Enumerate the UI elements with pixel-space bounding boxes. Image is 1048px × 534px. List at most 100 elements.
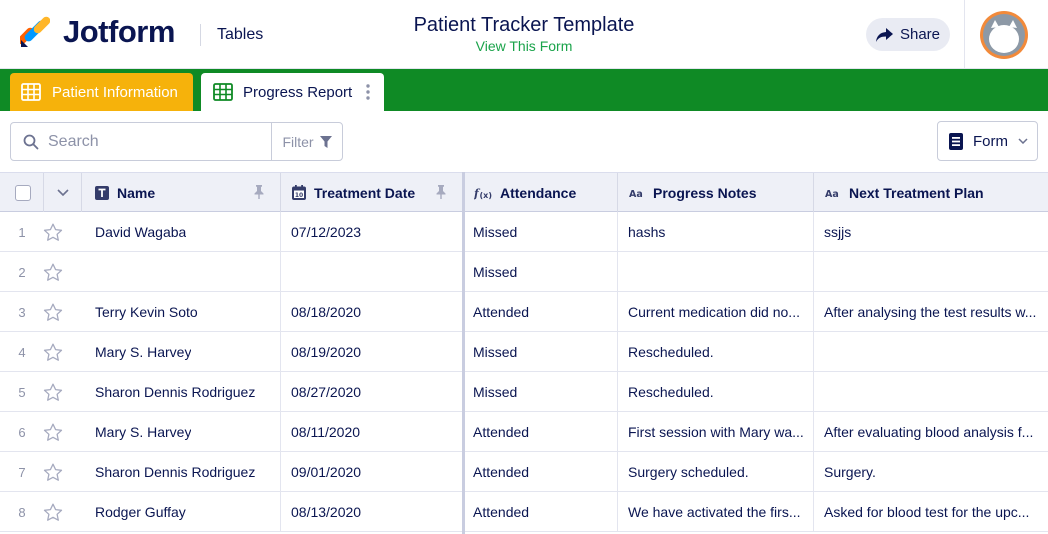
product-name[interactable]: Tables [217,26,263,44]
cell-next-treatment-plan[interactable] [814,252,1048,292]
cell-attendance[interactable]: Attended [463,492,618,532]
star-icon[interactable] [43,383,63,407]
cell-name[interactable]: Mary S. Harvey [82,412,281,452]
table-row[interactable]: 5 Sharon Dennis Rodriguez 08/27/2020 Missed… [0,372,1048,412]
cell-attendance[interactable]: Attended [463,452,618,492]
tab-label: Patient Information [52,83,178,101]
cell-attendance[interactable]: Attended [463,292,618,332]
cell-treatment-date[interactable]: 08/19/2020 [281,332,463,372]
table-row[interactable]: 7 Sharon Dennis Rodriguez 09/01/2020 Attend… [0,452,1048,492]
star-icon[interactable] [43,463,63,487]
tab-patient-information[interactable]: Patient Information [10,73,193,111]
table-row[interactable]: 6 Mary S. Harvey 08/11/2020 Attended First s… [0,412,1048,452]
share-button[interactable]: Share [866,18,950,51]
filter-button[interactable]: Filter [271,123,342,160]
cell-name[interactable]: Terry Kevin Soto [82,292,281,332]
cell-name[interactable]: Mary S. Harvey [82,332,281,372]
star-icon[interactable] [43,423,63,447]
svg-text:Aa: Aa [825,189,839,199]
table-row[interactable]: 8 Rodger Guffay 08/13/2020 Attended We have … [0,492,1048,532]
cell-treatment-date[interactable]: 08/11/2020 [281,412,463,452]
jotform-logo-icon[interactable] [20,16,50,48]
column-header-treatment-date[interactable]: 10 Treatment Date [281,173,463,212]
star-icon[interactable] [43,263,63,287]
svg-text:Aa: Aa [629,189,643,199]
column-header-name[interactable]: Name [82,173,281,212]
cell-progress-notes[interactable]: Current medication did no... [618,292,814,332]
cell-next-treatment-plan[interactable]: Surgery. [814,452,1048,492]
form-button[interactable]: Form [937,121,1038,161]
star-icon[interactable] [43,303,63,327]
cell-next-treatment-plan[interactable] [814,372,1048,412]
cell-attendance-text: Missed [473,344,518,360]
cell-name-text: David Wagaba [95,224,187,240]
star-icon[interactable] [43,343,63,367]
table-row[interactable]: 1 David Wagaba 07/12/2023 Missed hashs ssjjs [0,212,1048,252]
header-divider-right [964,0,965,69]
cell-attendance[interactable]: Attended [463,412,618,452]
cell-next-treatment-plan[interactable]: Asked for blood test for the upc... [814,492,1048,532]
row-number: 6 [18,424,26,440]
search-icon [23,134,39,149]
cell-attendance[interactable]: Missed [463,212,618,252]
cell-name-text: Sharon Dennis Rodriguez [95,464,256,480]
cell-treatment-date[interactable]: 09/01/2020 [281,452,463,492]
cell-next-treatment-plan-text: ssjjs [824,224,852,240]
cell-progress-notes[interactable]: Rescheduled. [618,332,814,372]
star-icon[interactable] [43,223,63,247]
cell-progress-notes-text: hashs [628,224,666,240]
cell-name[interactable] [82,252,281,292]
cell-progress-notes[interactable]: Surgery scheduled. [618,452,814,492]
view-form-link[interactable]: View This Form [324,38,724,54]
column-header-progress-notes[interactable]: Aa Progress Notes [618,173,814,212]
cell-treatment-date[interactable]: 07/12/2023 [281,212,463,252]
share-label: Share [899,26,941,43]
cell-progress-notes[interactable]: We have activated the firs... [618,492,814,532]
cell-attendance[interactable]: Missed [463,372,618,412]
cell-next-treatment-plan[interactable]: After evaluating blood analysis f... [814,412,1048,452]
column-header-next-treatment-plan[interactable]: Aa Next Treatment Plan [814,173,1048,212]
star-icon[interactable] [43,503,63,527]
cell-next-treatment-plan[interactable]: ssjjs [814,212,1048,252]
cell-next-treatment-plan-text: After analysing the test results w... [824,304,1037,320]
cell-treatment-date[interactable]: 08/27/2020 [281,372,463,412]
table-row[interactable]: 3 Terry Kevin Soto 08/18/2020 Attended Curre… [0,292,1048,332]
row-number: 1 [18,224,26,240]
avatar[interactable] [980,11,1028,59]
cell-next-treatment-plan[interactable] [814,332,1048,372]
cell-treatment-date-text: 08/11/2020 [291,424,361,440]
cell-treatment-date[interactable] [281,252,463,292]
row-number: 4 [18,344,26,360]
pin-icon[interactable] [254,185,264,199]
cell-progress-notes[interactable]: First session with Mary wa... [618,412,814,452]
cell-name[interactable]: David Wagaba [82,212,281,252]
search-input[interactable] [48,132,248,151]
cell-attendance[interactable]: Missed [463,252,618,292]
svg-text:10: 10 [295,192,303,199]
select-all-checkbox[interactable] [15,185,31,201]
cell-progress-notes[interactable]: Rescheduled. [618,372,814,412]
more-options-icon[interactable] [366,84,370,100]
column-header-attendance[interactable]: f (x) Attendance [463,173,618,212]
cell-next-treatment-plan-text: After evaluating blood analysis f... [824,424,1034,440]
cell-name[interactable]: Sharon Dennis Rodriguez [82,372,281,412]
cell-name[interactable]: Rodger Guffay [82,492,281,532]
cell-next-treatment-plan-text: Asked for blood test for the upc... [824,504,1030,520]
cell-next-treatment-plan[interactable]: After analysing the test results w... [814,292,1048,332]
cell-name[interactable]: Sharon Dennis Rodriguez [82,452,281,492]
table-row[interactable]: 4 Mary S. Harvey 08/19/2020 Missed Reschedul… [0,332,1048,372]
cell-treatment-date[interactable]: 08/18/2020 [281,292,463,332]
cell-next-treatment-plan-text: Surgery. [824,464,876,480]
chevron-down-icon [1018,138,1028,144]
cell-treatment-date[interactable]: 08/13/2020 [281,492,463,532]
cell-progress-notes[interactable] [618,252,814,292]
tab-progress-report[interactable]: Progress Report [201,73,384,111]
column-label: Progress Notes [653,184,757,201]
frozen-column-divider[interactable] [462,172,465,534]
brand-name[interactable]: Jotform [63,14,175,50]
cell-attendance[interactable]: Missed [463,332,618,372]
table-row[interactable]: 2 Missed [0,252,1048,292]
cell-progress-notes[interactable]: hashs [618,212,814,252]
pin-icon[interactable] [436,185,446,199]
select-menu-cell[interactable] [44,173,82,212]
